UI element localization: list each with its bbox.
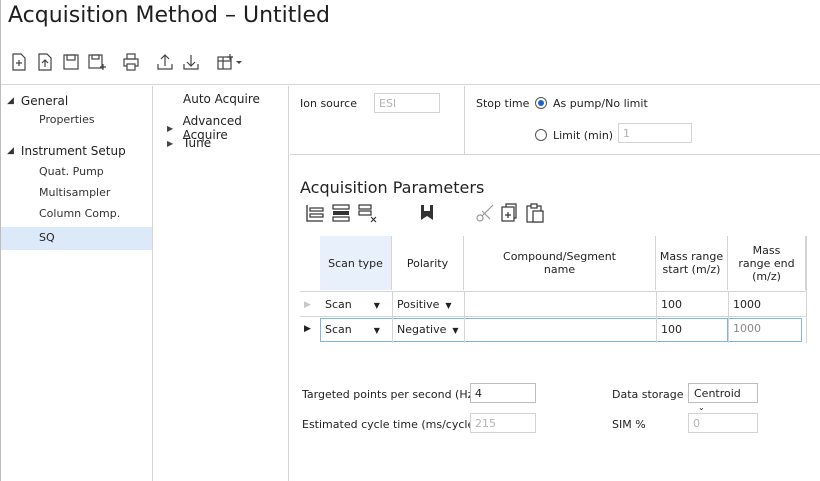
tree-item-properties[interactable]: Properties (39, 113, 95, 126)
download-icon[interactable] (181, 52, 201, 72)
open-method-icon[interactable] (35, 52, 55, 72)
data-storage-select[interactable]: Centroid ⌄ (688, 383, 758, 412)
tree-item-sq[interactable]: SQ (1, 227, 152, 250)
delete-row-icon[interactable] (356, 202, 378, 224)
window-title: Acquisition Method – Untitled (8, 3, 331, 28)
nav-item-label: Auto Acquire (183, 92, 260, 106)
mass-end-cell[interactable]: 1000 (728, 294, 800, 316)
acquisition-method-window: Acquisition Method – Untitled ◢ General … (0, 0, 820, 481)
method-tree: ◢ General Properties ◢ Instrument Setup … (1, 86, 153, 481)
save-as-icon[interactable] (87, 52, 107, 72)
sim-label: SIM % (612, 418, 646, 431)
column-divider (656, 291, 657, 343)
insert-row-icon[interactable] (330, 202, 352, 224)
targeted-points-label: Targeted points per second (Hz) (302, 388, 478, 401)
save-icon[interactable] (61, 52, 81, 72)
stop-time-limit-label[interactable]: Limit (min) (553, 129, 613, 142)
column-header-mass-start[interactable]: Mass range start (m/z) (656, 236, 728, 290)
new-method-icon[interactable] (9, 52, 29, 72)
scan-type-dropdown[interactable]: Scan ▼ (320, 319, 392, 341)
stop-time-label: Stop time (476, 97, 530, 110)
nav-item-label: Tune (183, 136, 212, 150)
column-header-compound[interactable]: Compound/Segment name (464, 236, 656, 290)
sim-percent-input[interactable]: 0 (688, 413, 758, 433)
tree-item-label: SQ (39, 231, 55, 244)
column-divider (728, 291, 729, 343)
tree-item-quat-pump[interactable]: Quat. Pump (39, 165, 104, 178)
expand-triangle-icon[interactable]: ▶ (167, 124, 183, 133)
column-header-polarity[interactable]: Polarity (392, 236, 464, 290)
scan-type-dropdown[interactable]: Scan ▼ (320, 294, 392, 316)
mass-start-cell[interactable]: 100 (656, 319, 728, 341)
nav-item-tune[interactable]: ▶ Tune (167, 136, 211, 150)
compound-cell[interactable] (464, 319, 656, 341)
column-divider (806, 236, 807, 343)
paste-icon[interactable] (524, 202, 546, 224)
estimated-cycle-field: 215 (470, 413, 536, 433)
collapse-triangle-icon[interactable]: ◢ (7, 96, 14, 106)
row-divider (300, 316, 806, 317)
tree-item-column-comp[interactable]: Column Comp. (39, 207, 120, 220)
row-indicator-icon: ▶ (304, 300, 311, 310)
section-divider (464, 86, 465, 154)
mass-start-cell[interactable]: 100 (656, 294, 728, 316)
row-indicator-icon: ▶ (304, 324, 311, 334)
ion-source-label: Ion source (300, 97, 357, 110)
cut-icon[interactable] (474, 202, 496, 224)
estimated-cycle-label: Estimated cycle time (ms/cycle) (302, 418, 479, 431)
tree-group-general[interactable]: ◢ General (7, 94, 68, 108)
section-divider (290, 154, 820, 155)
polarity-dropdown[interactable]: Negative ▼ (392, 319, 464, 341)
polarity-dropdown[interactable]: Positive ▼ (392, 294, 464, 316)
expand-triangle-icon[interactable]: ▶ (167, 139, 183, 148)
sq-navigation: Auto Acquire ▶ Advanced Acquire ▶ Tune (153, 86, 289, 481)
targeted-points-input[interactable]: 4 (470, 383, 536, 403)
bookmark-icon[interactable] (416, 202, 438, 224)
tree-group-label: Instrument Setup (20, 144, 126, 158)
nav-item-auto-acquire[interactable]: Auto Acquire (183, 92, 260, 106)
collapse-triangle-icon[interactable]: ◢ (7, 146, 14, 156)
insert-dropdown-icon[interactable] (215, 52, 243, 72)
add-row-icon[interactable] (304, 202, 326, 224)
tree-group-instrument-setup[interactable]: ◢ Instrument Setup (7, 144, 126, 158)
mass-end-input[interactable]: 1000 (728, 318, 800, 340)
upload-icon[interactable] (155, 52, 175, 72)
print-icon[interactable] (121, 52, 141, 72)
stop-time-limit-radio[interactable] (535, 129, 547, 141)
tree-group-label: General (20, 94, 69, 108)
stop-time-pump-label[interactable]: As pump/No limit (553, 97, 648, 110)
copy-icon[interactable] (498, 202, 520, 224)
table-header-divider (300, 291, 806, 292)
acquisition-parameters-title: Acquisition Parameters (300, 178, 485, 197)
column-header-scan-type[interactable]: Scan type (320, 236, 392, 290)
stop-time-limit-input[interactable]: 1 (618, 123, 692, 143)
column-header-mass-end[interactable]: Mass range end (m/z) (728, 236, 806, 290)
auto-acquire-panel: Ion source ESI Stop time As pump/No limi… (290, 86, 820, 481)
ion-source-field: ESI (374, 93, 440, 113)
tree-item-multisampler[interactable]: Multisampler (39, 186, 110, 199)
chevron-down-icon: ⌄ (698, 403, 705, 412)
column-divider (392, 291, 393, 343)
main-toolbar (9, 50, 249, 74)
data-storage-label: Data storage (612, 388, 684, 401)
toolbar-divider (1, 84, 820, 85)
stop-time-pump-radio[interactable] (535, 97, 547, 109)
compound-cell[interactable] (464, 294, 656, 316)
column-divider (464, 291, 465, 343)
